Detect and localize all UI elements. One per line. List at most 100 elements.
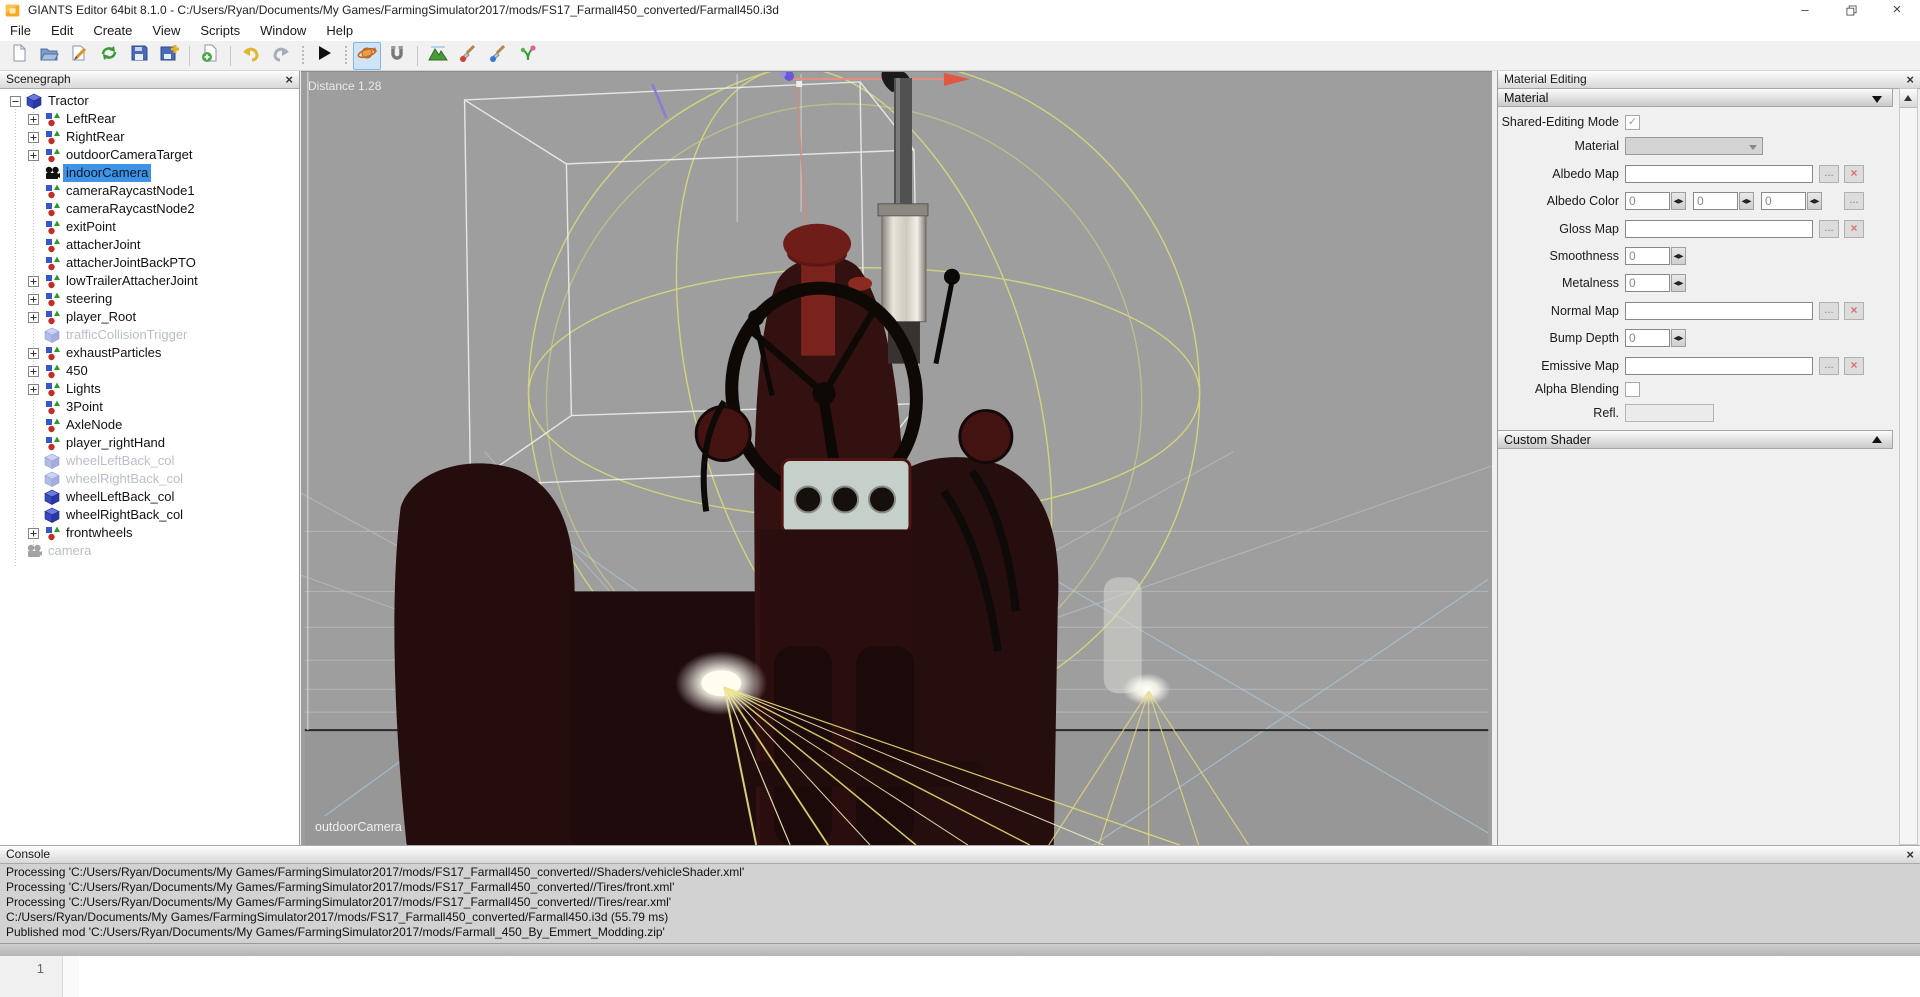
play-button[interactable] — [310, 42, 338, 70]
scenegraph-node-steering[interactable]: steering — [0, 290, 299, 308]
gloss-map-input[interactable] — [1625, 220, 1813, 238]
node-label[interactable]: indoorCamera — [63, 164, 151, 182]
normal-map-browse-button[interactable]: ... — [1819, 302, 1839, 320]
metalness-input[interactable]: 0 — [1625, 274, 1670, 292]
menu-view[interactable]: View — [142, 21, 190, 41]
restore-button[interactable] — [1828, 0, 1874, 21]
node-label[interactable]: Tractor — [45, 92, 92, 110]
scenegraph-node-exhaustParticles[interactable]: exhaustParticles — [0, 344, 299, 362]
node-label[interactable]: attacherJointBackPTO — [63, 254, 199, 272]
scenegraph-node-lowTrailerAttacherJoint[interactable]: lowTrailerAttacherJoint — [0, 272, 299, 290]
reload-button[interactable] — [95, 42, 123, 70]
node-label[interactable]: 450 — [63, 362, 91, 380]
emissive-map-browse-button[interactable]: ... — [1819, 357, 1839, 375]
scenegraph-node-wheelLeftBack_col[interactable]: wheelLeftBack_col — [0, 452, 299, 470]
scenegraph-node-RightRear[interactable]: RightRear — [0, 128, 299, 146]
node-label[interactable]: trafficCollisionTrigger — [63, 326, 190, 344]
viewport[interactable]: Distance 1.28 outdoorCamera — [301, 71, 1492, 845]
node-label[interactable]: LeftRear — [63, 110, 119, 128]
menu-window[interactable]: Window — [250, 21, 316, 41]
expand-icon[interactable] — [28, 383, 39, 398]
scenegraph-node-player_rightHand[interactable]: player_rightHand — [0, 434, 299, 452]
minimize-button[interactable]: – — [1782, 0, 1828, 21]
expand-icon[interactable] — [28, 293, 39, 308]
terrain-paint-button[interactable] — [454, 42, 482, 70]
node-label[interactable]: outdoorCameraTarget — [63, 146, 195, 164]
bump-depth-input[interactable]: 0 — [1625, 329, 1670, 347]
scenegraph-node-attacherJoint[interactable]: attacherJoint — [0, 236, 299, 254]
albedo-map-browse-button[interactable]: ... — [1819, 165, 1839, 183]
menu-edit[interactable]: Edit — [41, 21, 83, 41]
albedo-color-value-0[interactable]: 0 — [1625, 192, 1670, 210]
scenegraph-node-3Point[interactable]: 3Point — [0, 398, 299, 416]
albedo-color-spinner-1[interactable]: ◀▶ — [1739, 192, 1754, 210]
albedo-color-value-2[interactable]: 0 — [1761, 192, 1806, 210]
custom-shader-section-header[interactable]: Custom Shader — [1498, 430, 1893, 449]
material-scrollbar[interactable] — [1899, 88, 1918, 845]
expand-icon[interactable] — [28, 365, 39, 380]
node-label[interactable]: wheelRightBack_col — [63, 470, 186, 488]
shared-editing-mode-checkbox[interactable]: ✓ — [1625, 115, 1640, 130]
scenegraph-node-trafficCollisionTrigger[interactable]: trafficCollisionTrigger — [0, 326, 299, 344]
albedo-color-value-1[interactable]: 0 — [1693, 192, 1738, 210]
scenegraph-node-attacherJointBackPTO[interactable]: attacherJointBackPTO — [0, 254, 299, 272]
expand-icon[interactable] — [28, 131, 39, 146]
expand-icon[interactable] — [28, 113, 39, 128]
metalness-spinner[interactable]: ◀▶ — [1671, 274, 1686, 292]
node-label[interactable]: Lights — [63, 380, 104, 398]
material-section-header[interactable]: Material — [1498, 88, 1893, 107]
smoothness-input[interactable]: 0 — [1625, 247, 1670, 265]
node-label[interactable]: player_Root — [63, 308, 139, 326]
scenegraph-node-exitPoint[interactable]: exitPoint — [0, 218, 299, 236]
node-label[interactable]: attacherJoint — [63, 236, 143, 254]
albedo-map-clear-button[interactable]: × — [1844, 165, 1864, 183]
scenegraph-node-wheelRightBack_col[interactable]: wheelRightBack_col — [0, 506, 299, 524]
scenegraph-node-camera[interactable]: camera — [0, 542, 299, 560]
albedo-color-spinner-2[interactable]: ◀▶ — [1807, 192, 1822, 210]
translate-mode-button[interactable] — [383, 42, 411, 70]
add-object-button[interactable] — [196, 42, 224, 70]
node-label[interactable]: lowTrailerAttacherJoint — [63, 272, 201, 290]
gloss-map-clear-button[interactable]: × — [1844, 220, 1864, 238]
menu-file[interactable]: File — [0, 21, 41, 41]
scenegraph-node-indoorCamera[interactable]: indoorCamera — [0, 164, 299, 182]
normal-map-clear-button[interactable]: × — [1844, 302, 1864, 320]
menu-help[interactable]: Help — [316, 21, 363, 41]
scenegraph-node-wheelLeftBack_col[interactable]: wheelLeftBack_col — [0, 488, 299, 506]
menu-scripts[interactable]: Scripts — [190, 21, 250, 41]
expand-icon[interactable] — [28, 347, 39, 362]
normal-map-input[interactable] — [1625, 302, 1813, 320]
collapse-icon[interactable] — [10, 95, 21, 110]
node-label[interactable]: 3Point — [63, 398, 106, 416]
albedo-map-input[interactable] — [1625, 165, 1813, 183]
undo-button[interactable] — [237, 42, 265, 70]
scenegraph-node-450[interactable]: 450 — [0, 362, 299, 380]
node-label[interactable]: AxleNode — [63, 416, 125, 434]
scenegraph-node-Lights[interactable]: Lights — [0, 380, 299, 398]
scenegraph-node-cameraRaycastNode2[interactable]: cameraRaycastNode2 — [0, 200, 299, 218]
material-panel-close-icon[interactable]: × — [1906, 72, 1914, 87]
node-label[interactable]: exitPoint — [63, 218, 119, 236]
scenegraph-node-outdoorCameraTarget[interactable]: outdoorCameraTarget — [0, 146, 299, 164]
open-file-button[interactable] — [35, 42, 63, 70]
expand-icon[interactable] — [28, 275, 39, 290]
material-dropdown[interactable] — [1625, 137, 1763, 155]
scenegraph-node-wheelRightBack_col[interactable]: wheelRightBack_col — [0, 470, 299, 488]
expand-icon[interactable] — [28, 527, 39, 542]
console-close-icon[interactable]: × — [1906, 847, 1914, 862]
node-label[interactable]: wheelLeftBack_col — [63, 452, 177, 470]
import-button[interactable] — [65, 42, 93, 70]
node-label[interactable]: camera — [45, 542, 94, 560]
scenegraph-node-player_Root[interactable]: player_Root — [0, 308, 299, 326]
node-label[interactable]: RightRear — [63, 128, 128, 146]
save-button[interactable] — [125, 42, 153, 70]
node-label[interactable]: cameraRaycastNode2 — [63, 200, 198, 218]
scroll-up-button[interactable] — [1900, 89, 1917, 108]
terrain-foliage-button[interactable] — [484, 42, 512, 70]
terrain-sculpt-button[interactable] — [424, 42, 452, 70]
albedo-color-picker-button[interactable]: ... — [1844, 192, 1864, 210]
gloss-map-browse-button[interactable]: ... — [1819, 220, 1839, 238]
expand-icon[interactable] — [28, 149, 39, 164]
node-label[interactable]: exhaustParticles — [63, 344, 164, 362]
redo-button[interactable] — [267, 42, 295, 70]
